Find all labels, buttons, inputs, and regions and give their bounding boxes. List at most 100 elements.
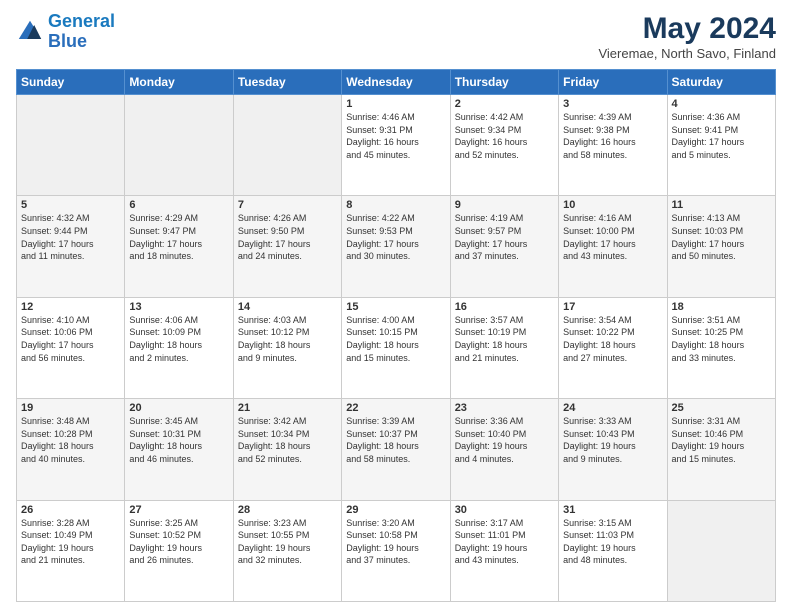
calendar-week-row: 19Sunrise: 3:48 AM Sunset: 10:28 PM Dayl… <box>17 399 776 500</box>
calendar-cell: 17Sunrise: 3:54 AM Sunset: 10:22 PM Dayl… <box>559 297 667 398</box>
day-number: 30 <box>455 504 554 516</box>
calendar-cell: 8Sunrise: 4:22 AM Sunset: 9:53 PM Daylig… <box>342 196 450 297</box>
calendar-cell: 9Sunrise: 4:19 AM Sunset: 9:57 PM Daylig… <box>450 196 558 297</box>
calendar-cell: 2Sunrise: 4:42 AM Sunset: 9:34 PM Daylig… <box>450 95 558 196</box>
day-number: 11 <box>672 199 771 211</box>
calendar-week-row: 26Sunrise: 3:28 AM Sunset: 10:49 PM Dayl… <box>17 500 776 601</box>
title-block: May 2024 Vieremae, North Savo, Finland <box>598 12 776 61</box>
day-number: 3 <box>563 98 662 110</box>
calendar-cell: 11Sunrise: 4:13 AM Sunset: 10:03 PM Dayl… <box>667 196 775 297</box>
calendar-cell: 6Sunrise: 4:29 AM Sunset: 9:47 PM Daylig… <box>125 196 233 297</box>
day-number: 5 <box>21 199 120 211</box>
day-number: 13 <box>129 301 228 313</box>
day-info: Sunrise: 4:13 AM Sunset: 10:03 PM Daylig… <box>672 212 771 262</box>
calendar-cell: 22Sunrise: 3:39 AM Sunset: 10:37 PM Dayl… <box>342 399 450 500</box>
day-info: Sunrise: 4:46 AM Sunset: 9:31 PM Dayligh… <box>346 111 445 161</box>
day-info: Sunrise: 4:03 AM Sunset: 10:12 PM Daylig… <box>238 314 337 364</box>
day-number: 9 <box>455 199 554 211</box>
subtitle: Vieremae, North Savo, Finland <box>598 46 776 61</box>
calendar-cell: 24Sunrise: 3:33 AM Sunset: 10:43 PM Dayl… <box>559 399 667 500</box>
calendar-cell: 31Sunrise: 3:15 AM Sunset: 11:03 PM Dayl… <box>559 500 667 601</box>
day-number: 8 <box>346 199 445 211</box>
day-number: 4 <box>672 98 771 110</box>
day-info: Sunrise: 3:54 AM Sunset: 10:22 PM Daylig… <box>563 314 662 364</box>
logo-icon <box>16 18 44 46</box>
day-number: 17 <box>563 301 662 313</box>
day-info: Sunrise: 3:48 AM Sunset: 10:28 PM Daylig… <box>21 415 120 465</box>
day-info: Sunrise: 4:42 AM Sunset: 9:34 PM Dayligh… <box>455 111 554 161</box>
logo-line1: General <box>48 11 115 31</box>
calendar-cell: 26Sunrise: 3:28 AM Sunset: 10:49 PM Dayl… <box>17 500 125 601</box>
calendar-week-row: 5Sunrise: 4:32 AM Sunset: 9:44 PM Daylig… <box>17 196 776 297</box>
calendar-header-row: SundayMondayTuesdayWednesdayThursdayFrid… <box>17 70 776 95</box>
calendar-cell: 30Sunrise: 3:17 AM Sunset: 11:01 PM Dayl… <box>450 500 558 601</box>
day-info: Sunrise: 3:45 AM Sunset: 10:31 PM Daylig… <box>129 415 228 465</box>
calendar-cell: 13Sunrise: 4:06 AM Sunset: 10:09 PM Dayl… <box>125 297 233 398</box>
calendar-cell: 27Sunrise: 3:25 AM Sunset: 10:52 PM Dayl… <box>125 500 233 601</box>
day-info: Sunrise: 3:15 AM Sunset: 11:03 PM Daylig… <box>563 517 662 567</box>
logo: General Blue <box>16 12 115 52</box>
day-number: 23 <box>455 402 554 414</box>
day-info: Sunrise: 4:19 AM Sunset: 9:57 PM Dayligh… <box>455 212 554 262</box>
day-info: Sunrise: 3:31 AM Sunset: 10:46 PM Daylig… <box>672 415 771 465</box>
calendar-cell: 14Sunrise: 4:03 AM Sunset: 10:12 PM Dayl… <box>233 297 341 398</box>
day-number: 7 <box>238 199 337 211</box>
calendar-cell: 5Sunrise: 4:32 AM Sunset: 9:44 PM Daylig… <box>17 196 125 297</box>
day-number: 1 <box>346 98 445 110</box>
day-info: Sunrise: 3:17 AM Sunset: 11:01 PM Daylig… <box>455 517 554 567</box>
day-info: Sunrise: 4:22 AM Sunset: 9:53 PM Dayligh… <box>346 212 445 262</box>
weekday-header: Tuesday <box>233 70 341 95</box>
day-info: Sunrise: 3:20 AM Sunset: 10:58 PM Daylig… <box>346 517 445 567</box>
calendar-cell: 19Sunrise: 3:48 AM Sunset: 10:28 PM Dayl… <box>17 399 125 500</box>
main-title: May 2024 <box>598 12 776 46</box>
day-number: 19 <box>21 402 120 414</box>
calendar-week-row: 1Sunrise: 4:46 AM Sunset: 9:31 PM Daylig… <box>17 95 776 196</box>
calendar-cell: 25Sunrise: 3:31 AM Sunset: 10:46 PM Dayl… <box>667 399 775 500</box>
header: General Blue May 2024 Vieremae, North Sa… <box>16 12 776 61</box>
weekday-header: Monday <box>125 70 233 95</box>
calendar-cell: 12Sunrise: 4:10 AM Sunset: 10:06 PM Dayl… <box>17 297 125 398</box>
calendar-cell: 29Sunrise: 3:20 AM Sunset: 10:58 PM Dayl… <box>342 500 450 601</box>
day-number: 6 <box>129 199 228 211</box>
weekday-header: Thursday <box>450 70 558 95</box>
day-number: 16 <box>455 301 554 313</box>
day-info: Sunrise: 3:36 AM Sunset: 10:40 PM Daylig… <box>455 415 554 465</box>
day-number: 10 <box>563 199 662 211</box>
day-number: 21 <box>238 402 337 414</box>
day-number: 18 <box>672 301 771 313</box>
day-info: Sunrise: 3:39 AM Sunset: 10:37 PM Daylig… <box>346 415 445 465</box>
calendar-cell <box>17 95 125 196</box>
calendar-table: SundayMondayTuesdayWednesdayThursdayFrid… <box>16 69 776 602</box>
day-info: Sunrise: 3:51 AM Sunset: 10:25 PM Daylig… <box>672 314 771 364</box>
weekday-header: Wednesday <box>342 70 450 95</box>
calendar-cell: 28Sunrise: 3:23 AM Sunset: 10:55 PM Dayl… <box>233 500 341 601</box>
calendar-cell: 21Sunrise: 3:42 AM Sunset: 10:34 PM Dayl… <box>233 399 341 500</box>
calendar-cell <box>125 95 233 196</box>
day-number: 15 <box>346 301 445 313</box>
calendar-cell: 20Sunrise: 3:45 AM Sunset: 10:31 PM Dayl… <box>125 399 233 500</box>
calendar-cell <box>233 95 341 196</box>
logo-line2: Blue <box>48 31 87 51</box>
day-number: 31 <box>563 504 662 516</box>
weekday-header: Saturday <box>667 70 775 95</box>
calendar-cell <box>667 500 775 601</box>
day-info: Sunrise: 4:10 AM Sunset: 10:06 PM Daylig… <box>21 314 120 364</box>
calendar-cell: 1Sunrise: 4:46 AM Sunset: 9:31 PM Daylig… <box>342 95 450 196</box>
calendar-cell: 16Sunrise: 3:57 AM Sunset: 10:19 PM Dayl… <box>450 297 558 398</box>
day-number: 25 <box>672 402 771 414</box>
day-number: 14 <box>238 301 337 313</box>
calendar-cell: 4Sunrise: 4:36 AM Sunset: 9:41 PM Daylig… <box>667 95 775 196</box>
calendar-cell: 7Sunrise: 4:26 AM Sunset: 9:50 PM Daylig… <box>233 196 341 297</box>
weekday-header: Sunday <box>17 70 125 95</box>
calendar-cell: 23Sunrise: 3:36 AM Sunset: 10:40 PM Dayl… <box>450 399 558 500</box>
day-number: 27 <box>129 504 228 516</box>
day-info: Sunrise: 3:57 AM Sunset: 10:19 PM Daylig… <box>455 314 554 364</box>
calendar-cell: 18Sunrise: 3:51 AM Sunset: 10:25 PM Dayl… <box>667 297 775 398</box>
day-info: Sunrise: 4:26 AM Sunset: 9:50 PM Dayligh… <box>238 212 337 262</box>
calendar-cell: 10Sunrise: 4:16 AM Sunset: 10:00 PM Dayl… <box>559 196 667 297</box>
day-info: Sunrise: 3:25 AM Sunset: 10:52 PM Daylig… <box>129 517 228 567</box>
calendar-week-row: 12Sunrise: 4:10 AM Sunset: 10:06 PM Dayl… <box>17 297 776 398</box>
day-number: 2 <box>455 98 554 110</box>
day-info: Sunrise: 3:28 AM Sunset: 10:49 PM Daylig… <box>21 517 120 567</box>
page: General Blue May 2024 Vieremae, North Sa… <box>0 0 792 612</box>
